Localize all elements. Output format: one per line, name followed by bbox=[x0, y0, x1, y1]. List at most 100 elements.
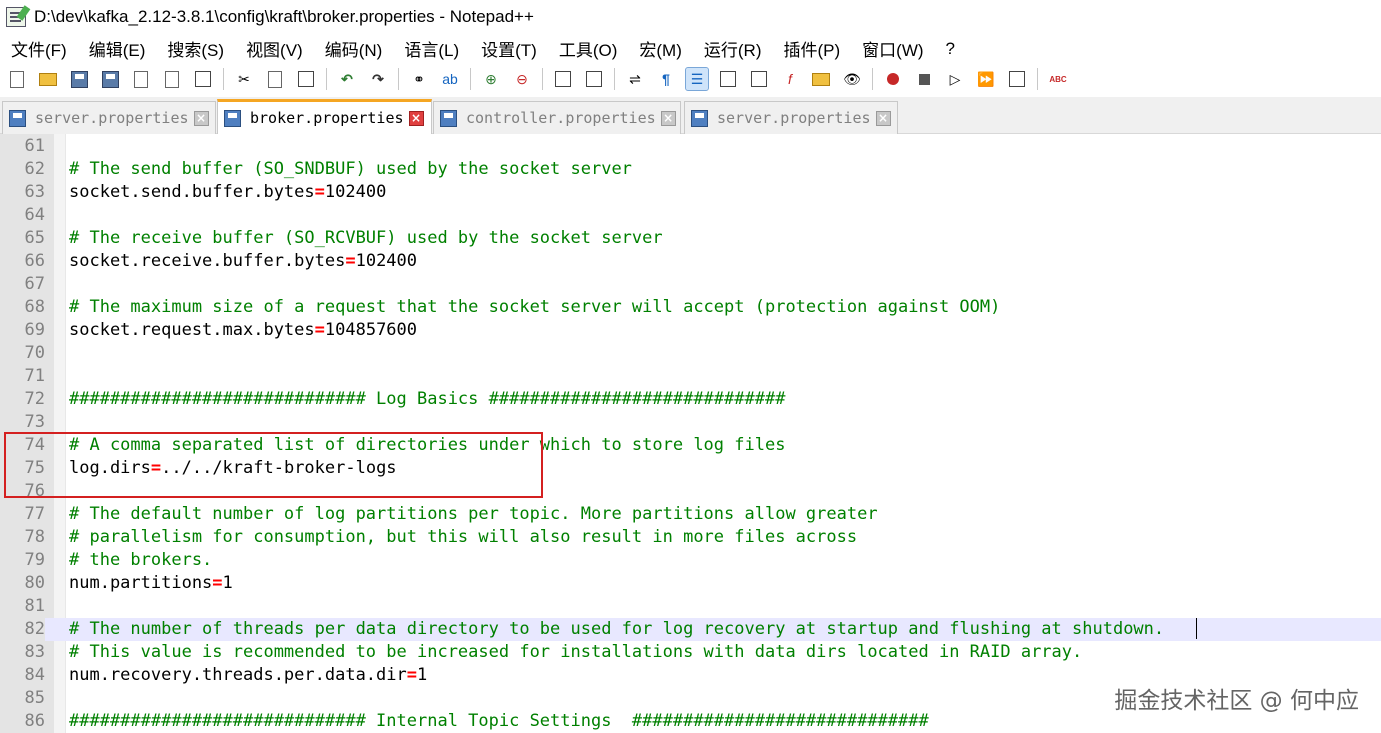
title-bar: D:\dev\kafka_2.12-3.8.1\config\kraft\bro… bbox=[0, 0, 1381, 34]
print-button[interactable] bbox=[192, 68, 214, 90]
menu-run[interactable]: 运行(R) bbox=[704, 36, 762, 61]
line-number: 74 bbox=[0, 434, 45, 457]
code-line[interactable]: 64 bbox=[0, 204, 1381, 227]
new-file-button[interactable] bbox=[6, 68, 28, 90]
replace-button[interactable]: ab bbox=[439, 68, 461, 90]
scissors-icon: ✂ bbox=[238, 70, 250, 87]
editor-area[interactable]: 61 62 # The send buffer (SO_SNDBUF) used b… bbox=[0, 134, 1381, 733]
menu-view[interactable]: 视图(V) bbox=[246, 36, 303, 61]
tab-broker-properties[interactable]: broker.properties × bbox=[217, 99, 432, 134]
close-all-button[interactable] bbox=[161, 68, 183, 90]
udl-button[interactable] bbox=[717, 68, 739, 90]
property-value: 1 bbox=[417, 665, 428, 685]
line-number: 76 bbox=[0, 480, 45, 503]
record-icon bbox=[887, 73, 899, 85]
tab-close-icon[interactable]: × bbox=[408, 110, 424, 126]
tab-controller-properties[interactable]: controller.properties × bbox=[433, 101, 681, 134]
property-value: ../../kraft-broker-logs bbox=[161, 458, 397, 478]
function-list-button[interactable]: f bbox=[779, 68, 801, 90]
code-line[interactable]: 66 socket.receive.buffer.bytes=102400 bbox=[0, 250, 1381, 273]
menu-settings[interactable]: 设置(T) bbox=[481, 36, 537, 61]
property-value: 1 bbox=[222, 573, 233, 593]
menu-tools[interactable]: 工具(O) bbox=[559, 36, 618, 61]
code-line[interactable]: 65 # The receive buffer (SO_RCVBUF) used … bbox=[0, 227, 1381, 250]
menu-file[interactable]: 文件(F) bbox=[11, 36, 67, 61]
menu-encoding[interactable]: 编码(N) bbox=[325, 36, 383, 61]
code-line[interactable]: 69 socket.request.max.bytes=104857600 bbox=[0, 319, 1381, 342]
monitoring-button[interactable]: 👁 bbox=[841, 68, 863, 90]
code-line[interactable]: 78 # parallelism for consumption, but thi… bbox=[0, 526, 1381, 549]
indent-guide-icon: ☰ bbox=[690, 70, 704, 87]
tab-close-icon[interactable]: × bbox=[660, 110, 676, 126]
tab-server-properties-1[interactable]: server.properties × bbox=[2, 101, 216, 134]
code-line[interactable]: 61 bbox=[0, 135, 1381, 158]
line-content: log.dirs=../../kraft-broker-logs bbox=[69, 457, 397, 480]
clipboard-icon bbox=[298, 71, 314, 87]
toolbar-separator bbox=[614, 68, 615, 90]
code-line[interactable]: 82 # The number of threads per data direc… bbox=[0, 618, 1381, 641]
tab-close-icon[interactable]: × bbox=[193, 110, 209, 126]
line-content: # the brokers. bbox=[69, 549, 212, 572]
macro-play-multiple-button[interactable]: ⏩ bbox=[975, 68, 997, 90]
redo-button[interactable]: ↷ bbox=[367, 68, 389, 90]
sync-horizontal-button[interactable] bbox=[583, 68, 605, 90]
zoom-in-button[interactable]: ⊕ bbox=[480, 68, 502, 90]
code-line[interactable]: 73 bbox=[0, 411, 1381, 434]
macro-play-button[interactable]: ▷ bbox=[944, 68, 966, 90]
replace-icon: ab bbox=[442, 71, 458, 87]
code-line[interactable]: 63 socket.send.buffer.bytes=102400 bbox=[0, 181, 1381, 204]
code-line[interactable]: 67 bbox=[0, 273, 1381, 296]
code-line[interactable]: 70 bbox=[0, 342, 1381, 365]
line-content: # The number of threads per data directo… bbox=[69, 618, 1164, 641]
macro-save-button[interactable] bbox=[1006, 68, 1028, 90]
code-line[interactable]: 71 bbox=[0, 365, 1381, 388]
show-all-chars-button[interactable]: ¶ bbox=[655, 68, 677, 90]
find-button[interactable]: ⚭ bbox=[408, 68, 430, 90]
function-list-icon: f bbox=[788, 71, 792, 87]
code-line[interactable]: 75 log.dirs=../../kraft-broker-logs bbox=[0, 457, 1381, 480]
menu-window[interactable]: 窗口(W) bbox=[862, 36, 923, 61]
code-line[interactable]: 77 # The default number of log partitions… bbox=[0, 503, 1381, 526]
line-number: 81 bbox=[0, 595, 45, 618]
code-line[interactable]: 83 # This value is recommended to be incr… bbox=[0, 641, 1381, 664]
assignment-operator: = bbox=[150, 458, 162, 478]
word-wrap-icon: ⇌ bbox=[629, 70, 641, 87]
code-line[interactable]: 80 num.partitions=1 bbox=[0, 572, 1381, 595]
comment-text: # the brokers. bbox=[69, 550, 213, 570]
document-map-button[interactable] bbox=[748, 68, 770, 90]
folder-workspace-button[interactable] bbox=[810, 68, 832, 90]
code-line[interactable]: 68 # The maximum size of a request that t… bbox=[0, 296, 1381, 319]
paste-button[interactable] bbox=[295, 68, 317, 90]
undo-button[interactable]: ↶ bbox=[336, 68, 358, 90]
code-line[interactable]: 79 # the brokers. bbox=[0, 549, 1381, 572]
tab-server-properties-2[interactable]: server.properties × bbox=[684, 101, 898, 134]
word-wrap-button[interactable]: ⇌ bbox=[624, 68, 646, 90]
macro-stop-button[interactable] bbox=[913, 68, 935, 90]
zoom-out-button[interactable]: ⊖ bbox=[511, 68, 533, 90]
cut-button[interactable]: ✂ bbox=[233, 68, 255, 90]
spell-check-button[interactable]: ABC bbox=[1047, 68, 1069, 90]
line-number: 69 bbox=[0, 319, 45, 342]
menu-plugins[interactable]: 插件(P) bbox=[783, 36, 840, 61]
code-line[interactable]: 76 bbox=[0, 480, 1381, 503]
tab-close-icon[interactable]: × bbox=[875, 110, 891, 126]
sync-vertical-button[interactable] bbox=[552, 68, 574, 90]
menu-search[interactable]: 搜索(S) bbox=[167, 36, 224, 61]
macro-record-button[interactable] bbox=[882, 68, 904, 90]
save-all-button[interactable] bbox=[99, 68, 121, 90]
copy-button[interactable] bbox=[264, 68, 286, 90]
code-line[interactable]: 62 # The send buffer (SO_SNDBUF) used by … bbox=[0, 158, 1381, 181]
menu-edit[interactable]: 编辑(E) bbox=[89, 36, 146, 61]
save-button[interactable] bbox=[68, 68, 90, 90]
close-button[interactable] bbox=[130, 68, 152, 90]
code-line[interactable]: 72 ############################# Log Basi… bbox=[0, 388, 1381, 411]
open-file-button[interactable] bbox=[37, 68, 59, 90]
menu-language[interactable]: 语言(L) bbox=[404, 36, 459, 61]
menu-macro[interactable]: 宏(M) bbox=[639, 36, 681, 61]
indent-guide-button[interactable]: ☰ bbox=[685, 67, 709, 91]
menu-help[interactable]: ? bbox=[946, 39, 955, 59]
play-icon: ▷ bbox=[949, 70, 961, 87]
code-line[interactable]: 81 bbox=[0, 595, 1381, 618]
comment-text: # A comma separated list of directories … bbox=[69, 435, 786, 455]
code-line[interactable]: 74 # A comma separated list of directorie… bbox=[0, 434, 1381, 457]
